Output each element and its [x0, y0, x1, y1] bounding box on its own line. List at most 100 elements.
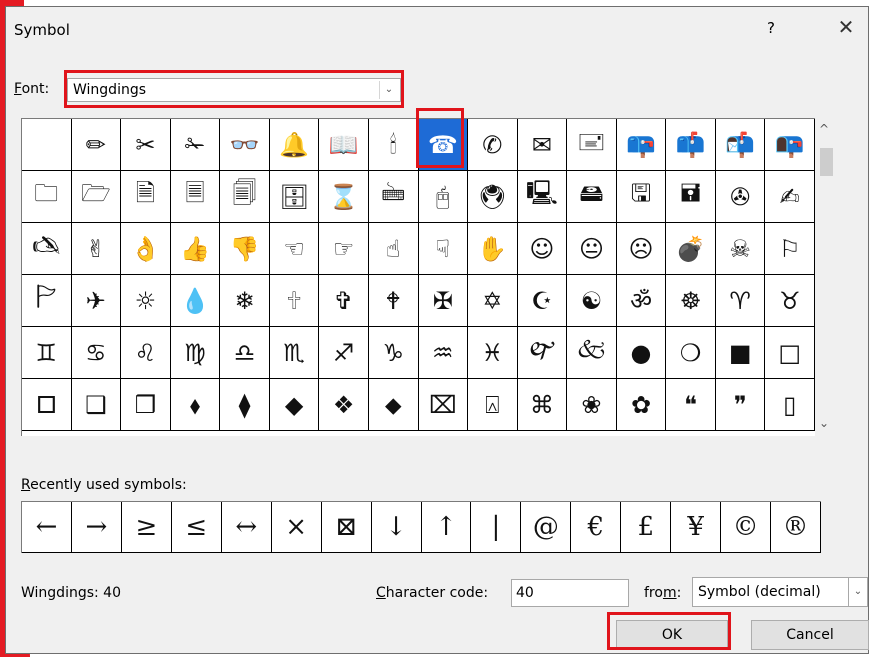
symbol-cell[interactable]: ▯ [765, 379, 815, 431]
symbol-cell[interactable]: 💣 [666, 223, 716, 275]
symbol-cell[interactable]: 📫 [666, 119, 716, 171]
symbol-cell[interactable]: ✿ [616, 379, 667, 431]
recent-symbol-cell[interactable]: ≤ [171, 502, 222, 553]
symbol-cell[interactable]: 🏱 [22, 275, 72, 327]
symbol-cell[interactable]: 🗄 [269, 171, 320, 223]
close-button[interactable]: ✕ [830, 15, 862, 39]
recent-symbol-cell[interactable]: → [71, 502, 122, 553]
symbol-cell[interactable]: 🖴 [567, 171, 617, 223]
recent-symbol-cell[interactable]: £ [621, 502, 672, 553]
symbol-cell[interactable]: ♊ [22, 327, 72, 379]
symbol-cell[interactable]: 🖬 [666, 171, 716, 223]
symbol-cell[interactable]: ❑ [71, 379, 122, 431]
recent-symbol-cell[interactable]: ↑ [421, 502, 472, 553]
symbol-cell[interactable]: ■ [715, 327, 766, 379]
symbol-cell[interactable]: □ [765, 327, 815, 379]
symbol-cell[interactable]: ⚐ [765, 223, 815, 275]
symbol-cell[interactable]: ❝ [666, 379, 716, 431]
symbol-cell[interactable]: ♓ [468, 327, 518, 379]
symbol-cell[interactable]: 😐 [567, 223, 617, 275]
symbol-cell[interactable]: 🕈 [368, 275, 419, 327]
symbol-cell[interactable]: ✁ [170, 119, 221, 171]
symbol-cell[interactable]: ☸ [666, 275, 716, 327]
from-select[interactable]: Symbol (decimal) ⌄ [692, 577, 868, 607]
recent-symbol-cell[interactable]: ↓ [371, 502, 422, 553]
symbol-cell[interactable]: 🖳 [517, 171, 568, 223]
symbol-cell[interactable]: ⌘ [517, 379, 568, 431]
symbol-cell[interactable]: 🗐 [220, 171, 270, 223]
recent-symbol-cell[interactable]: ← [22, 502, 72, 553]
symbol-cell[interactable]: 🖲 [468, 171, 518, 223]
symbol-cell[interactable]: ॐ [616, 275, 667, 327]
symbol-cell[interactable]: ❍ [666, 327, 716, 379]
symbol-cell[interactable]: 🖃 [567, 119, 617, 171]
symbol-cell[interactable]: ⬥ [368, 379, 419, 431]
symbol-cell[interactable]: 🗀 [22, 171, 72, 223]
symbol-cell[interactable]: ✇ [715, 171, 766, 223]
symbol-cell[interactable] [22, 119, 72, 171]
symbol-cell[interactable]: 👌 [121, 223, 171, 275]
symbol-cell[interactable]: ☼ [121, 275, 171, 327]
symbol-cell[interactable]: ✍ [765, 171, 815, 223]
symbol-cell[interactable]: ⌛ [319, 171, 369, 223]
symbol-cell[interactable]: ✡ [468, 275, 518, 327]
symbol-cell[interactable]: 🕆 [269, 275, 320, 327]
recent-symbol-cell[interactable]: | [471, 502, 522, 553]
symbol-cell[interactable]: 🖫 [616, 171, 667, 223]
recent-symbol-cell[interactable]: @ [521, 502, 572, 553]
symbol-cell[interactable]: ☹ [616, 223, 667, 275]
symbol-cell[interactable]: 🖰 [418, 171, 469, 223]
symbol-cell[interactable]: ⬧ [170, 379, 221, 431]
symbol-cell[interactable]: 🗏 [170, 171, 221, 223]
symbol-cell[interactable]: ♑ [368, 327, 419, 379]
symbol-cell[interactable]: 💧 [170, 275, 221, 327]
symbol-cell[interactable]: 📖 [319, 119, 369, 171]
symbol-cell[interactable]: 👍 [170, 223, 221, 275]
recent-symbol-cell[interactable]: ↔ [221, 502, 272, 553]
symbol-cell[interactable]: ⌧ [418, 379, 469, 431]
scroll-up-icon[interactable]: ^ [819, 122, 829, 136]
chevron-down-icon[interactable]: ⌄ [379, 81, 398, 99]
symbol-cell[interactable]: ✌ [71, 223, 122, 275]
cancel-button[interactable]: Cancel [751, 620, 869, 650]
scroll-down-icon[interactable]: ⌄ [819, 416, 829, 430]
symbol-cell[interactable]: ❖ [319, 379, 369, 431]
symbol-cell[interactable]: ● [616, 327, 667, 379]
symbol-cell[interactable]: ✏ [71, 119, 122, 171]
symbol-cell[interactable]: ✈ [71, 275, 122, 327]
symbol-cell[interactable]: ♏ [269, 327, 320, 379]
symbol-cell[interactable]: ☯ [567, 275, 617, 327]
symbol-cell[interactable]: 🗁 [71, 171, 122, 223]
recent-symbol-cell[interactable]: € [571, 502, 622, 553]
symbol-cell[interactable]: ☪ [517, 275, 568, 327]
recent-symbol-cell[interactable]: ¥ [671, 502, 722, 553]
symbol-cell[interactable]: ✆ [468, 119, 518, 171]
symbol-cell[interactable]: ✠ [418, 275, 469, 327]
symbol-cell[interactable]: 📪 [616, 119, 667, 171]
recent-symbol-cell[interactable]: ⊠ [321, 502, 372, 553]
symbol-cell[interactable]: ♎ [220, 327, 270, 379]
scroll-thumb[interactable] [820, 148, 833, 176]
font-select[interactable]: Wingdings ⌄ [67, 78, 401, 102]
symbol-cell[interactable]: ♈ [715, 275, 766, 327]
symbol-cell[interactable]: ♍ [170, 327, 221, 379]
recent-symbol-cell[interactable]: × [271, 502, 322, 553]
symbol-cell[interactable]: ◆ [269, 379, 320, 431]
ok-button[interactable]: OK [616, 620, 728, 650]
symbol-cell[interactable]: ⧫ [220, 379, 270, 431]
symbol-cell[interactable]: ✉ [517, 119, 568, 171]
symbol-cell[interactable]: ❀ [567, 379, 617, 431]
symbol-cell[interactable]: ☎ [418, 119, 469, 171]
symbol-cell[interactable]: ✞ [319, 275, 369, 327]
symbol-cell[interactable]: ☟ [418, 223, 469, 275]
symbol-cell[interactable]: ❄ [220, 275, 270, 327]
symbol-cell[interactable]: 🔔 [269, 119, 320, 171]
symbol-cell[interactable]: ♐ [319, 327, 369, 379]
symbol-cell[interactable]: ♌ [121, 327, 171, 379]
symbol-cell[interactable]: ❒ [121, 379, 171, 431]
recent-symbol-cell[interactable]: © [721, 502, 772, 553]
help-button[interactable]: ? [760, 19, 782, 37]
recent-symbol-cell[interactable]: ≥ [121, 502, 172, 553]
symbol-grid-scrollbar[interactable]: ^ ⌄ [816, 118, 836, 436]
character-code-input[interactable]: 40 [511, 579, 629, 607]
